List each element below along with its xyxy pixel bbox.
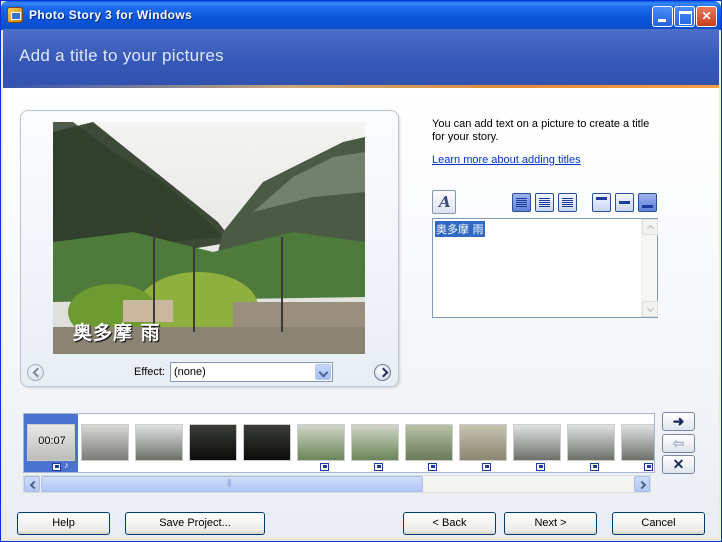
- scrollbar-thumb[interactable]: [41, 476, 423, 492]
- scroll-left-button[interactable]: [24, 476, 40, 492]
- filmstrip-scrollbar[interactable]: [23, 475, 651, 493]
- back-button[interactable]: < Back: [403, 512, 496, 535]
- page-header: Add a title to your pictures: [3, 29, 719, 85]
- filmstrip-thumbnail[interactable]: [564, 414, 618, 472]
- previous-picture-button[interactable]: [27, 364, 44, 381]
- next-button[interactable]: Next >: [504, 512, 597, 535]
- position-top-button[interactable]: [592, 193, 611, 212]
- save-project-button[interactable]: Save Project...: [125, 512, 265, 535]
- effect-selected-value: (none): [174, 366, 206, 378]
- thumbnail-image: [351, 424, 399, 461]
- transition-icon: [536, 463, 545, 471]
- transition-icon: [374, 463, 383, 471]
- music-note-icon: ♪: [64, 460, 69, 470]
- thumbnail-image: [297, 424, 345, 461]
- align-left-button[interactable]: [512, 193, 531, 212]
- close-button[interactable]: ✕: [696, 6, 717, 27]
- chevron-down-icon[interactable]: [315, 364, 331, 380]
- help-button[interactable]: Help: [17, 512, 110, 535]
- align-left-icon: [516, 198, 527, 207]
- thumbnail-image: [135, 424, 183, 461]
- effect-label: Effect:: [134, 366, 165, 378]
- effect-dropdown[interactable]: (none): [170, 362, 333, 382]
- scroll-up-button[interactable]: [642, 219, 658, 235]
- filmstrip-thumbnail[interactable]: [510, 414, 564, 472]
- filmstrip-thumbnail[interactable]: [348, 414, 402, 472]
- photo-title-overlay: 奥多摩 雨: [73, 322, 161, 344]
- thumbnail-image: [567, 424, 615, 461]
- filmstrip-thumbnail[interactable]: [78, 414, 132, 472]
- cancel-button[interactable]: Cancel: [612, 512, 705, 535]
- transition-icon: [482, 463, 491, 471]
- preview-photo: 奥多摩 雨: [53, 122, 365, 354]
- next-picture-button[interactable]: [374, 364, 391, 381]
- thumbnail-image: [243, 424, 291, 461]
- thumbnail-image: [513, 424, 561, 461]
- instruction-text: You can add text on a picture to create …: [432, 118, 650, 143]
- filmstrip[interactable]: 00:07 ♪: [23, 413, 655, 473]
- minimize-button[interactable]: [652, 6, 673, 27]
- font-button[interactable]: [432, 190, 456, 214]
- align-right-icon: [562, 198, 573, 207]
- window-title: Photo Story 3 for Windows: [29, 8, 193, 22]
- align-center-button[interactable]: [535, 193, 554, 212]
- title-text-value: 奥多摩 雨: [435, 221, 485, 237]
- thumbnail-image: 00:07: [27, 424, 75, 461]
- align-center-icon: [539, 198, 550, 207]
- position-middle-button[interactable]: [615, 193, 634, 212]
- transition-icon: [52, 463, 61, 471]
- vertical-scrollbar[interactable]: [641, 219, 658, 317]
- position-bottom-button[interactable]: [638, 193, 657, 212]
- scroll-right-button[interactable]: [634, 476, 650, 492]
- maximize-button[interactable]: [674, 6, 695, 27]
- page-title: Add a title to your pictures: [19, 46, 224, 65]
- learn-more-link[interactable]: Learn more about adding titles: [432, 154, 581, 166]
- filmstrip-thumbnail[interactable]: [294, 414, 348, 472]
- thumbnail-image: [405, 424, 453, 461]
- title-bar[interactable]: Photo Story 3 for Windows ✕: [1, 1, 721, 30]
- title-text-input[interactable]: 奥多摩 雨: [432, 218, 658, 318]
- filmstrip-thumbnail[interactable]: [186, 414, 240, 472]
- filmstrip-thumbnail[interactable]: 00:07 ♪: [24, 414, 78, 472]
- filmstrip-thumbnail[interactable]: [456, 414, 510, 472]
- thumbnail-image: [81, 424, 129, 461]
- filmstrip-thumbnail[interactable]: [618, 414, 654, 472]
- transition-icon: [590, 463, 599, 471]
- transition-icon: [428, 463, 437, 471]
- align-right-button[interactable]: [558, 193, 577, 212]
- filmstrip-thumbnail[interactable]: [132, 414, 186, 472]
- thumbnail-image: [459, 424, 507, 461]
- transition-icon: [644, 463, 653, 471]
- scroll-down-button[interactable]: [642, 301, 658, 317]
- remove-picture-button[interactable]: ✕: [662, 455, 695, 474]
- thumbnail-image: [621, 424, 654, 461]
- filmstrip-thumbnail[interactable]: [402, 414, 456, 472]
- thumbnail-image: [189, 424, 237, 461]
- transition-icon: [320, 463, 329, 471]
- move-left-button[interactable]: ⇦: [662, 434, 695, 453]
- filmstrip-thumbnail[interactable]: [240, 414, 294, 472]
- photo-story-app-icon[interactable]: [7, 7, 23, 23]
- move-right-button[interactable]: ➜: [662, 412, 695, 431]
- thumbnail-duration: 00:07: [38, 435, 66, 447]
